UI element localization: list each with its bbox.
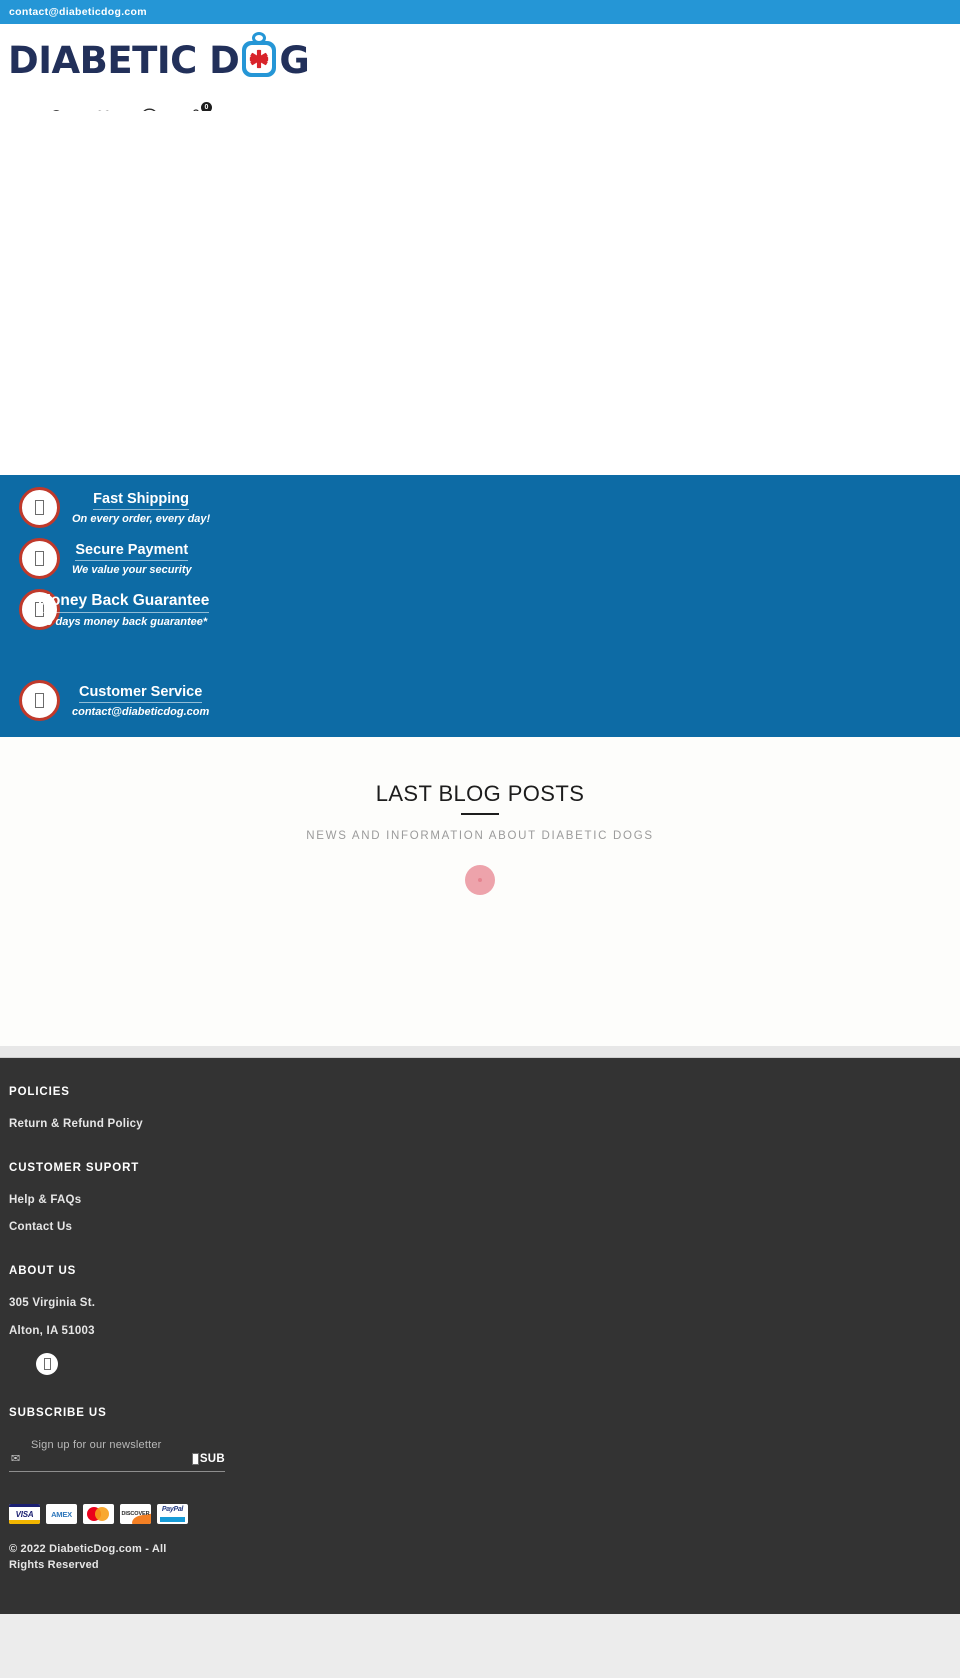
envelope-icon bbox=[19, 680, 60, 721]
footer-link-help-faqs[interactable]: Help & FAQs bbox=[9, 1194, 951, 1206]
logo-text-left: DIABETIC D bbox=[8, 39, 240, 82]
blog-section-title: LAST BLOG POSTS bbox=[376, 781, 585, 815]
feature-title: Secure Payment bbox=[75, 542, 189, 561]
facebook-icon[interactable] bbox=[36, 1353, 58, 1375]
subscribe-button-label: SUB bbox=[199, 1453, 225, 1465]
discover-icon: DISCOVER bbox=[120, 1504, 151, 1524]
footer-link-return-refund[interactable]: Return & Refund Policy bbox=[9, 1118, 951, 1130]
footer-subscribe-block: SUBSCRIBE US ✉ Sign up for our newslette… bbox=[9, 1407, 951, 1472]
footer-heading-about: ABOUT US bbox=[9, 1265, 77, 1277]
hero-banner-area: ☒ bbox=[0, 111, 960, 475]
loading-spinner bbox=[465, 865, 495, 895]
payment-methods-row: VISA AMEX DISCOVER PayPal bbox=[9, 1504, 951, 1524]
send-icon bbox=[191, 1453, 199, 1465]
newsletter-form: ✉ Sign up for our newsletter SUB bbox=[9, 1439, 225, 1472]
visa-icon: VISA bbox=[9, 1504, 40, 1524]
site-logo[interactable]: DIABETIC D G bbox=[8, 32, 310, 90]
lock-icon bbox=[19, 538, 60, 579]
top-contact-bar: contact@diabeticdog.com bbox=[0, 0, 960, 24]
envelope-icon: ✉ bbox=[11, 1452, 21, 1465]
page-bottom-strip bbox=[0, 1614, 960, 1678]
feature-title: Money Back Guarantee bbox=[38, 592, 210, 613]
site-footer: POLICIES Return & Refund Policy CUSTOMER… bbox=[0, 1058, 960, 1614]
footer-support-block: CUSTOMER SUPORT Help & FAQs Contact Us bbox=[9, 1162, 951, 1233]
feature-title: Fast Shipping bbox=[93, 491, 190, 510]
newsletter-placeholder-text: Sign up for our newsletter bbox=[31, 1439, 162, 1451]
footer-address-line-1: 305 Virginia St. bbox=[9, 1297, 96, 1309]
feature-title: Customer Service bbox=[78, 684, 203, 703]
dog-tag-icon bbox=[237, 32, 281, 80]
blog-section: LAST BLOG POSTS NEWS AND INFORMATION ABO… bbox=[0, 737, 960, 1046]
feature-fast-shipping: Fast Shipping On every order, every day! bbox=[0, 482, 960, 533]
footer-heading-policies: POLICIES bbox=[9, 1086, 70, 1098]
footer-heading-subscribe: SUBSCRIBE US bbox=[9, 1407, 107, 1419]
footer-copyright: © 2022 DiabeticDog.com - All Rights Rese… bbox=[9, 1543, 167, 1571]
footer-social-row bbox=[36, 1353, 951, 1375]
feature-subtitle: We value your security bbox=[72, 563, 192, 576]
features-strip: Fast Shipping On every order, every day!… bbox=[0, 475, 960, 737]
feature-subtitle: 30 days money back guarantee* bbox=[40, 615, 208, 628]
section-divider bbox=[0, 1046, 960, 1058]
amex-icon: AMEX bbox=[46, 1504, 77, 1524]
site-header: DIABETIC D G 0 bbox=[0, 24, 960, 127]
feature-subtitle: On every order, every day! bbox=[72, 512, 211, 525]
shipping-truck-icon bbox=[19, 487, 60, 528]
footer-about-block: ABOUT US 305 Virginia St. Alton, IA 5100… bbox=[9, 1265, 951, 1375]
feature-secure-payment: Secure Payment We value your security bbox=[0, 533, 960, 584]
footer-heading-support: CUSTOMER SUPORT bbox=[9, 1162, 140, 1174]
newsletter-subscribe-button[interactable]: SUB bbox=[191, 1453, 225, 1465]
feature-customer-service: Customer Service contact@diabeticdog.com bbox=[0, 675, 960, 726]
footer-policies-block: POLICIES Return & Refund Policy bbox=[9, 1086, 951, 1130]
footer-address-line-2: Alton, IA 51003 bbox=[9, 1325, 95, 1337]
blog-section-subtitle: NEWS AND INFORMATION ABOUT DIABETIC DOGS bbox=[306, 830, 654, 842]
logo-text-right: G bbox=[279, 39, 310, 82]
mastercard-icon bbox=[83, 1504, 114, 1524]
feature-money-back: Money Back Guarantee 30 days money back … bbox=[0, 584, 960, 635]
contact-email-link[interactable]: contact@diabeticdog.com bbox=[9, 6, 147, 18]
medical-cross-icon bbox=[250, 49, 269, 69]
footer-link-contact-us[interactable]: Contact Us bbox=[9, 1221, 951, 1233]
paypal-icon: PayPal bbox=[157, 1504, 188, 1524]
feature-subtitle: contact@diabeticdog.com bbox=[72, 705, 210, 718]
